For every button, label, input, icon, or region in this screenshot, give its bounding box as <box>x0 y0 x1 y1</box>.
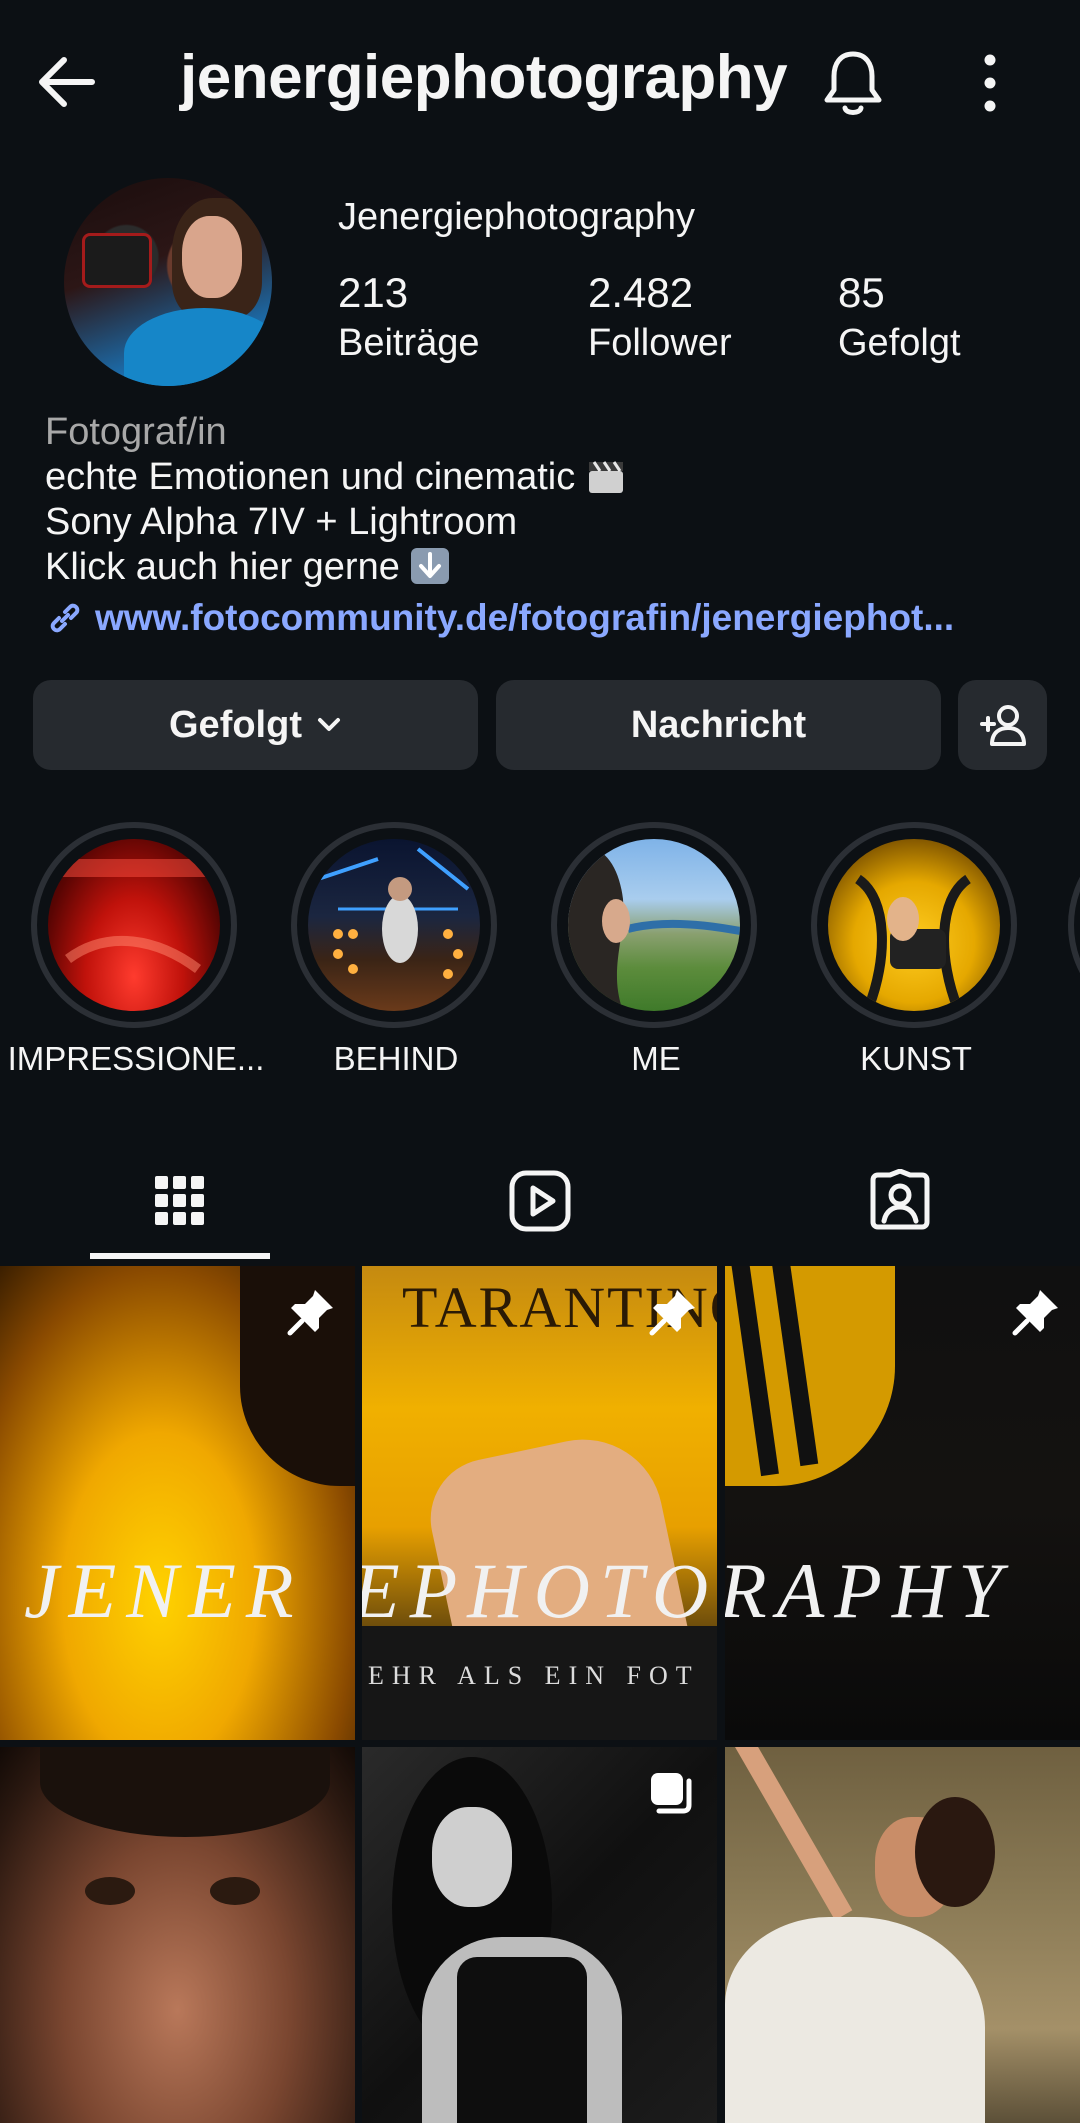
stat-label: Follower <box>588 322 732 364</box>
post-thumbnail[interactable]: TARANTINO EPHOTO EHR ALS EIN FOT <box>362 1266 717 1740</box>
pin-icon <box>1010 1286 1062 1338</box>
pin-icon <box>285 1286 337 1338</box>
chevron-down-icon <box>316 716 342 734</box>
post-thumbnail[interactable] <box>0 1747 355 2123</box>
highlight-cover <box>48 839 220 1011</box>
highlight-label: IMPRESSIONE... <box>7 1040 265 1077</box>
link-icon <box>45 598 85 638</box>
highlight-cover <box>308 839 480 1011</box>
tagged-icon <box>868 1169 932 1233</box>
post-thumbnail[interactable] <box>725 1747 1080 2123</box>
highlight-cover <box>568 839 740 1011</box>
suggested-users-button[interactable] <box>958 680 1047 770</box>
add-user-icon <box>978 702 1028 748</box>
top-bar: jenergiephotography <box>0 0 1080 165</box>
active-tab-indicator <box>90 1253 270 1259</box>
stat-label: Gefolgt <box>838 322 961 364</box>
reels-icon <box>508 1169 572 1233</box>
post-thumbnail[interactable]: RAPHY <box>725 1266 1080 1740</box>
following-button-label: Gefolgt <box>169 703 302 746</box>
bio-link-text: www.fotocommunity.de/fotografin/jenergie… <box>95 597 955 638</box>
highlight-ring <box>291 822 497 1028</box>
bio-line: Klick auch hier gerne <box>45 545 1045 590</box>
bio-line: echte Emotionen und cinematic <box>45 455 1045 500</box>
profile-page: jenergiephotography Jenergiephotography … <box>0 0 1080 2123</box>
bio-line-text: echte Emotionen und cinematic <box>45 456 576 498</box>
story-highlight[interactable]: BEHIND <box>291 822 501 1077</box>
more-options-icon[interactable] <box>960 50 1020 116</box>
grid-icon <box>153 1174 207 1228</box>
multiple-posts-icon <box>647 1769 695 1817</box>
post-thumbnail[interactable]: JENER <box>0 1266 355 1740</box>
bio: Fotograf/in echte Emotionen und cinemati… <box>45 410 1045 645</box>
highlight-label: ME <box>631 1040 681 1077</box>
highlight-label: BEHIND <box>333 1040 459 1077</box>
profile-name: Jenergiephotography <box>338 196 696 238</box>
bio-line-text: Klick auch hier gerne <box>45 546 400 588</box>
tab-posts[interactable] <box>0 1140 360 1262</box>
back-arrow-icon[interactable] <box>30 45 104 119</box>
bio-link[interactable]: www.fotocommunity.de/fotografin/jenergie… <box>45 590 1045 645</box>
avatar[interactable] <box>64 178 272 386</box>
highlight-label: KUNST <box>860 1040 972 1077</box>
message-button[interactable]: Nachricht <box>496 680 941 770</box>
story-highlight[interactable]: KUNST <box>811 822 1021 1077</box>
tab-reels[interactable] <box>360 1140 720 1262</box>
post-thumbnail[interactable] <box>362 1747 717 2123</box>
story-highlight[interactable]: IMPRESSIONE... <box>8 822 264 1077</box>
bio-line: Sony Alpha 7IV + Lightroom <box>45 501 518 543</box>
story-highlight-partial[interactable] <box>1068 822 1080 1028</box>
stat-label: Beiträge <box>338 322 480 364</box>
highlight-ring <box>551 822 757 1028</box>
highlight-ring <box>811 822 1017 1028</box>
stat-value: 85 <box>838 269 885 316</box>
highlight-cover <box>828 839 1000 1011</box>
post-overlay-text: RAPHY <box>725 1547 1012 1634</box>
post-overlay-text: EPHOTO <box>362 1547 717 1634</box>
stat-value: 213 <box>338 269 409 316</box>
bell-icon[interactable] <box>818 46 888 120</box>
following-button[interactable]: Gefolgt <box>33 680 478 770</box>
tab-tagged[interactable] <box>720 1140 1080 1262</box>
clapperboard-icon <box>586 457 626 495</box>
profile-tabs <box>0 1140 1080 1262</box>
message-button-label: Nachricht <box>630 703 807 746</box>
highlight-ring <box>31 822 237 1028</box>
posts-count: 213 Beiträge <box>338 268 480 368</box>
story-highlight[interactable]: ME <box>551 822 761 1077</box>
followers-count[interactable]: 2.482 Follower <box>588 268 732 368</box>
page-title: jenergiephotography <box>180 43 788 112</box>
stat-value: 2.482 <box>588 269 694 316</box>
following-count[interactable]: 85 Gefolgt <box>838 268 961 368</box>
pin-icon <box>647 1286 699 1338</box>
post-overlay-subtext: EHR ALS EIN FOT <box>368 1661 700 1690</box>
down-arrow-icon <box>410 547 450 585</box>
bio-category: Fotograf/in <box>45 411 227 453</box>
post-overlay-text: JENER <box>24 1547 304 1634</box>
